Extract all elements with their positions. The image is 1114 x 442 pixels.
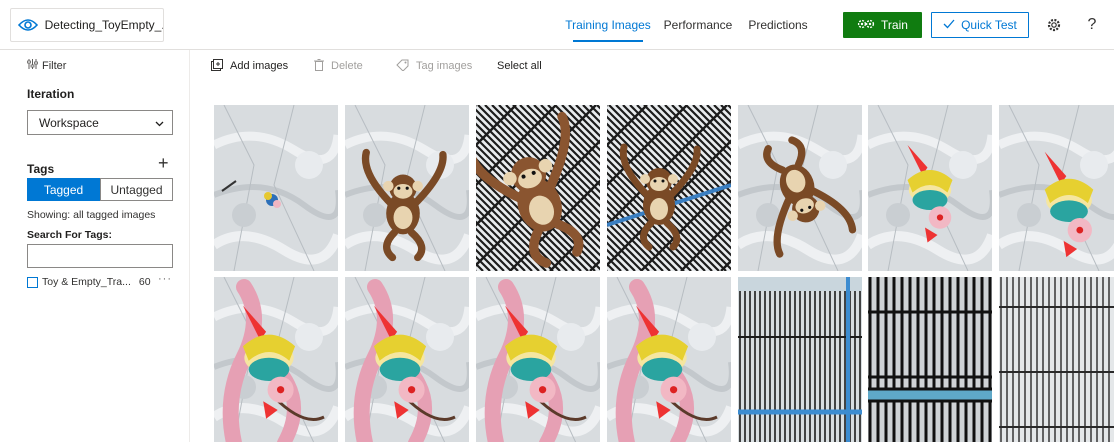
showing-text: Showing: all tagged images xyxy=(27,209,156,221)
untagged-toggle[interactable]: Untagged xyxy=(100,178,173,201)
image-thumbnail[interactable] xyxy=(214,277,338,442)
image-thumbnail[interactable] xyxy=(607,277,731,442)
iteration-value: Workspace xyxy=(39,115,99,130)
tag-images-button[interactable]: Tag images xyxy=(396,58,472,74)
top-bar: Detecting_ToyEmpty_... Training Images P… xyxy=(0,0,1114,50)
iteration-title: Iteration xyxy=(27,87,75,101)
tag-count: 60 xyxy=(138,276,151,288)
delete-label: Delete xyxy=(331,60,363,72)
tag-icon xyxy=(396,59,409,74)
help-icon[interactable]: ? xyxy=(1081,14,1103,36)
filter-sliders-icon xyxy=(27,59,38,72)
sidebar: Filter Iteration Workspace Tags + Tagged… xyxy=(0,50,190,442)
image-thumbnail[interactable] xyxy=(214,105,338,271)
quick-test-button[interactable]: Quick Test xyxy=(931,12,1029,38)
filter-button[interactable]: Filter xyxy=(27,59,66,72)
image-thumbnail[interactable] xyxy=(345,105,469,271)
train-label: Train xyxy=(881,18,908,32)
tag-name: Toy & Empty_Tra... xyxy=(42,276,131,288)
chevron-down-icon xyxy=(155,117,164,131)
tab-performance[interactable]: Performance xyxy=(664,0,733,50)
tab-training-images[interactable]: Training Images xyxy=(565,0,651,50)
tab-predictions[interactable]: Predictions xyxy=(748,0,807,50)
settings-gear-icon[interactable] xyxy=(1043,14,1065,36)
add-images-button[interactable]: Add images xyxy=(211,58,288,74)
select-all-button[interactable]: Select all xyxy=(497,58,542,74)
trash-icon xyxy=(314,58,324,74)
image-thumbnail[interactable] xyxy=(999,277,1114,442)
image-thumbnail[interactable] xyxy=(868,105,992,271)
image-thumbnail[interactable] xyxy=(345,277,469,442)
image-thumbnail[interactable] xyxy=(476,277,600,442)
tag-list-item[interactable]: Toy & Empty_Tra... 60 xyxy=(27,276,151,288)
image-thumbnail[interactable] xyxy=(607,105,731,271)
filter-label: Filter xyxy=(42,59,67,72)
tags-title: Tags xyxy=(27,162,55,176)
add-image-icon xyxy=(211,58,223,74)
checkmark-icon xyxy=(943,18,955,32)
add-tag-plus-icon[interactable]: + xyxy=(158,154,169,172)
image-thumbnail[interactable] xyxy=(476,105,600,271)
gears-icon xyxy=(857,18,875,33)
image-thumbnail[interactable] xyxy=(999,105,1114,271)
project-selector[interactable]: Detecting_ToyEmpty_... xyxy=(10,8,164,42)
more-options-icon[interactable]: ··· xyxy=(158,273,172,285)
delete-button[interactable]: Delete xyxy=(314,58,363,74)
tag-checkbox[interactable] xyxy=(27,276,38,288)
search-tags-input[interactable] xyxy=(27,244,173,268)
train-button[interactable]: Train xyxy=(843,12,922,38)
image-thumbnail[interactable] xyxy=(738,105,862,271)
tagged-toggle[interactable]: Tagged xyxy=(27,178,100,201)
search-tags-label: Search For Tags: xyxy=(27,229,112,241)
tag-images-label: Tag images xyxy=(416,60,473,72)
image-thumbnail[interactable] xyxy=(738,277,862,442)
iteration-dropdown[interactable]: Workspace xyxy=(27,110,173,135)
project-name: Detecting_ToyEmpty_... xyxy=(44,18,163,32)
eye-icon xyxy=(11,9,45,41)
image-thumbnail[interactable] xyxy=(868,277,992,442)
quick-test-label: Quick Test xyxy=(961,18,1017,32)
add-images-label: Add images xyxy=(230,60,289,72)
